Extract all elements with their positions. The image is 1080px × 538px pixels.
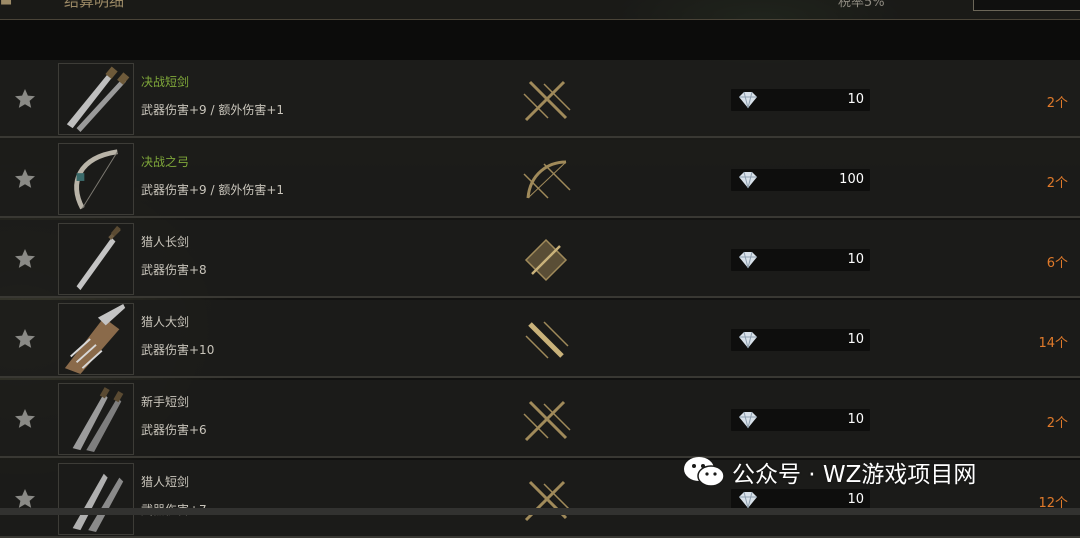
- sword-shield-icon: [524, 238, 568, 282]
- item-price: 10: [847, 412, 864, 427]
- header-input-box[interactable]: [973, 0, 1080, 11]
- item-price: 10: [847, 92, 864, 107]
- item-thumbnail: [58, 303, 134, 375]
- watermark: 公众号 · WZ游戏项目网: [682, 455, 976, 489]
- item-list: 决战短剑 武器伤害+9 / 额外伤害+1 10 2个 决战之弓 武器伤害+9 /…: [0, 60, 1080, 538]
- price-box: 100: [731, 169, 870, 191]
- greatsword-image: [64, 304, 126, 374]
- item-thumbnail: [58, 63, 134, 135]
- header-tab-icon: ■: [0, 0, 12, 7]
- favorite-star-icon[interactable]: [13, 247, 37, 271]
- favorite-star-icon[interactable]: [13, 407, 37, 431]
- starter-daggers-image: [72, 387, 124, 453]
- hunter-daggers-image: [72, 473, 124, 533]
- item-quantity: 6个: [1046, 256, 1068, 271]
- header-bar: ■ 结算明细 税率5%: [0, 0, 1080, 20]
- favorite-star-icon[interactable]: [13, 167, 37, 191]
- dagger-icon: [523, 80, 571, 122]
- item-row[interactable]: 猎人大剑 武器伤害+10 10 14个: [0, 300, 1080, 378]
- item-row[interactable]: 决战之弓 武器伤害+9 / 额外伤害+1 100 2个: [0, 140, 1080, 218]
- item-name: 猎人短剑: [141, 475, 190, 489]
- item-name: 决战之弓: [141, 155, 190, 169]
- item-name: 新手短剑: [141, 395, 190, 409]
- price-box: 10: [731, 329, 870, 351]
- bow-icon: [523, 160, 571, 199]
- diamond-icon: [739, 171, 757, 189]
- bottom-edge: [0, 508, 1080, 515]
- diamond-icon: [739, 411, 757, 429]
- dagger-icon: [523, 400, 571, 442]
- wechat-icon: [684, 457, 725, 487]
- item-name: 猎人长剑: [141, 235, 190, 249]
- item-quantity: 2个: [1046, 176, 1068, 191]
- diamond-icon: [739, 91, 757, 109]
- tax-rate-text: 税率5%: [838, 0, 885, 10]
- item-stat: 武器伤害+10: [141, 343, 215, 357]
- item-thumbnail: [58, 383, 134, 455]
- item-row[interactable]: 新手短剑 武器伤害+6 10 2个: [0, 380, 1080, 458]
- item-thumbnail: [58, 143, 134, 215]
- price-box: 10: [731, 89, 870, 111]
- item-row[interactable]: 决战短剑 武器伤害+9 / 额外伤害+1 10 2个: [0, 60, 1080, 138]
- longsword-image: [76, 225, 121, 291]
- item-thumbnail: [58, 463, 134, 535]
- item-stat: 武器伤害+6: [141, 423, 207, 437]
- price-box: 10: [731, 249, 870, 271]
- item-quantity: 2个: [1046, 416, 1068, 431]
- diamond-icon: [739, 251, 757, 269]
- item-stat: 武器伤害+8: [141, 263, 207, 277]
- favorite-star-icon[interactable]: [13, 327, 37, 351]
- item-stat: 武器伤害+9 / 额外伤害+1: [141, 103, 285, 117]
- item-name: 猎人大剑: [141, 315, 190, 329]
- item-name: 决战短剑: [141, 75, 190, 89]
- item-quantity: 14个: [1038, 336, 1068, 351]
- diamond-icon: [739, 491, 757, 509]
- item-price: 10: [847, 332, 864, 347]
- header-divider-band: [0, 20, 1080, 60]
- greatsword-icon: [525, 321, 569, 359]
- bow-image: [74, 149, 118, 210]
- item-thumbnail: [58, 223, 134, 295]
- page-title: 结算明细: [64, 0, 125, 10]
- dagger-icon: [524, 480, 571, 522]
- price-box: 10: [731, 409, 870, 431]
- item-price: 100: [839, 172, 864, 187]
- item-row[interactable]: 猎人长剑 武器伤害+8 10 6个: [0, 220, 1080, 298]
- item-quantity: 2个: [1046, 96, 1068, 111]
- favorite-star-icon[interactable]: [13, 87, 37, 111]
- dual-daggers-image: [66, 66, 130, 133]
- watermark-text: 公众号 · WZ游戏项目网: [732, 462, 977, 488]
- item-stat: 武器伤害+9 / 额外伤害+1: [141, 183, 285, 197]
- diamond-icon: [739, 331, 757, 349]
- item-price: 10: [847, 492, 864, 507]
- item-price: 10: [847, 252, 864, 267]
